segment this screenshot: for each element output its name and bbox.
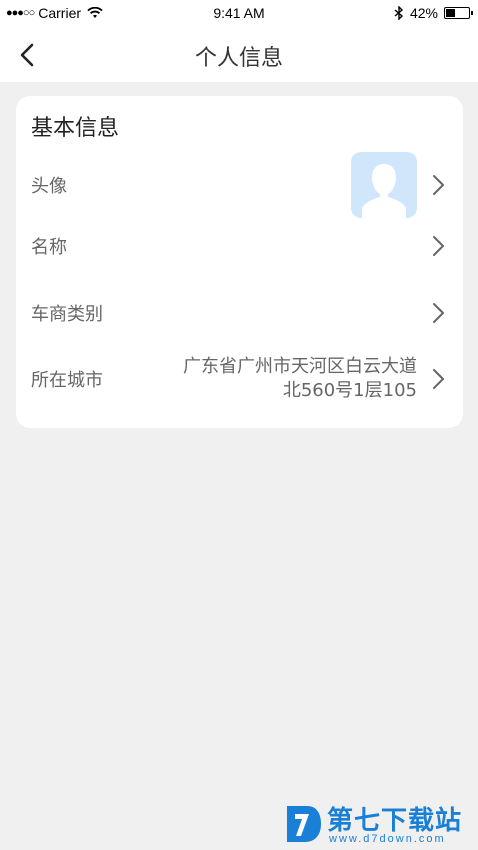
watermark-url: www.d7down.com xyxy=(329,833,446,845)
row-label: 名称 xyxy=(31,237,67,258)
address-line-2: 北560号1层105 xyxy=(282,380,417,401)
chevron-right-icon xyxy=(433,369,444,389)
chevron-right-icon xyxy=(433,175,444,195)
user-silhouette-icon xyxy=(362,164,406,218)
row-avatar[interactable]: 头像 xyxy=(16,150,463,220)
avatar[interactable] xyxy=(351,152,417,218)
bluetooth-icon xyxy=(394,6,403,20)
battery-cap xyxy=(471,11,473,15)
d7-logo-icon xyxy=(287,806,321,842)
row-label: 所在城市 xyxy=(31,370,103,391)
row-label: 车商类别 xyxy=(31,304,103,325)
battery-percent: 42% xyxy=(409,5,438,21)
status-right: 42% xyxy=(394,5,473,21)
city-address: 广东省广州市天河区白云大道 北560号1层105 xyxy=(183,355,417,403)
row-dealer-type[interactable]: 车商类别 xyxy=(16,283,463,343)
address-line-1: 广东省广州市天河区白云大道 xyxy=(183,356,417,377)
navigation-bar: 个人信息 xyxy=(0,28,478,82)
basic-info-card: 基本信息 头像 名称 车商类别 所在城市 广东省广州市天河区白云大道 北560号… xyxy=(16,96,463,428)
chevron-right-icon xyxy=(433,236,444,256)
status-bar: ●●●○○ Carrier 9:41 AM 42% xyxy=(0,0,478,28)
page-title: 个人信息 xyxy=(194,46,283,71)
site-watermark: 第七下载站 www.d7down.com xyxy=(283,800,473,848)
watermark-title: 第七下载站 xyxy=(327,806,463,836)
section-title: 基本信息 xyxy=(31,116,120,141)
row-label: 头像 xyxy=(31,176,67,197)
chevron-right-icon xyxy=(433,303,444,323)
battery-icon xyxy=(444,7,473,19)
row-name[interactable]: 名称 xyxy=(16,216,463,276)
row-city[interactable]: 所在城市 广东省广州市天河区白云大道 北560号1层105 xyxy=(16,346,463,412)
battery-fill xyxy=(446,9,455,17)
